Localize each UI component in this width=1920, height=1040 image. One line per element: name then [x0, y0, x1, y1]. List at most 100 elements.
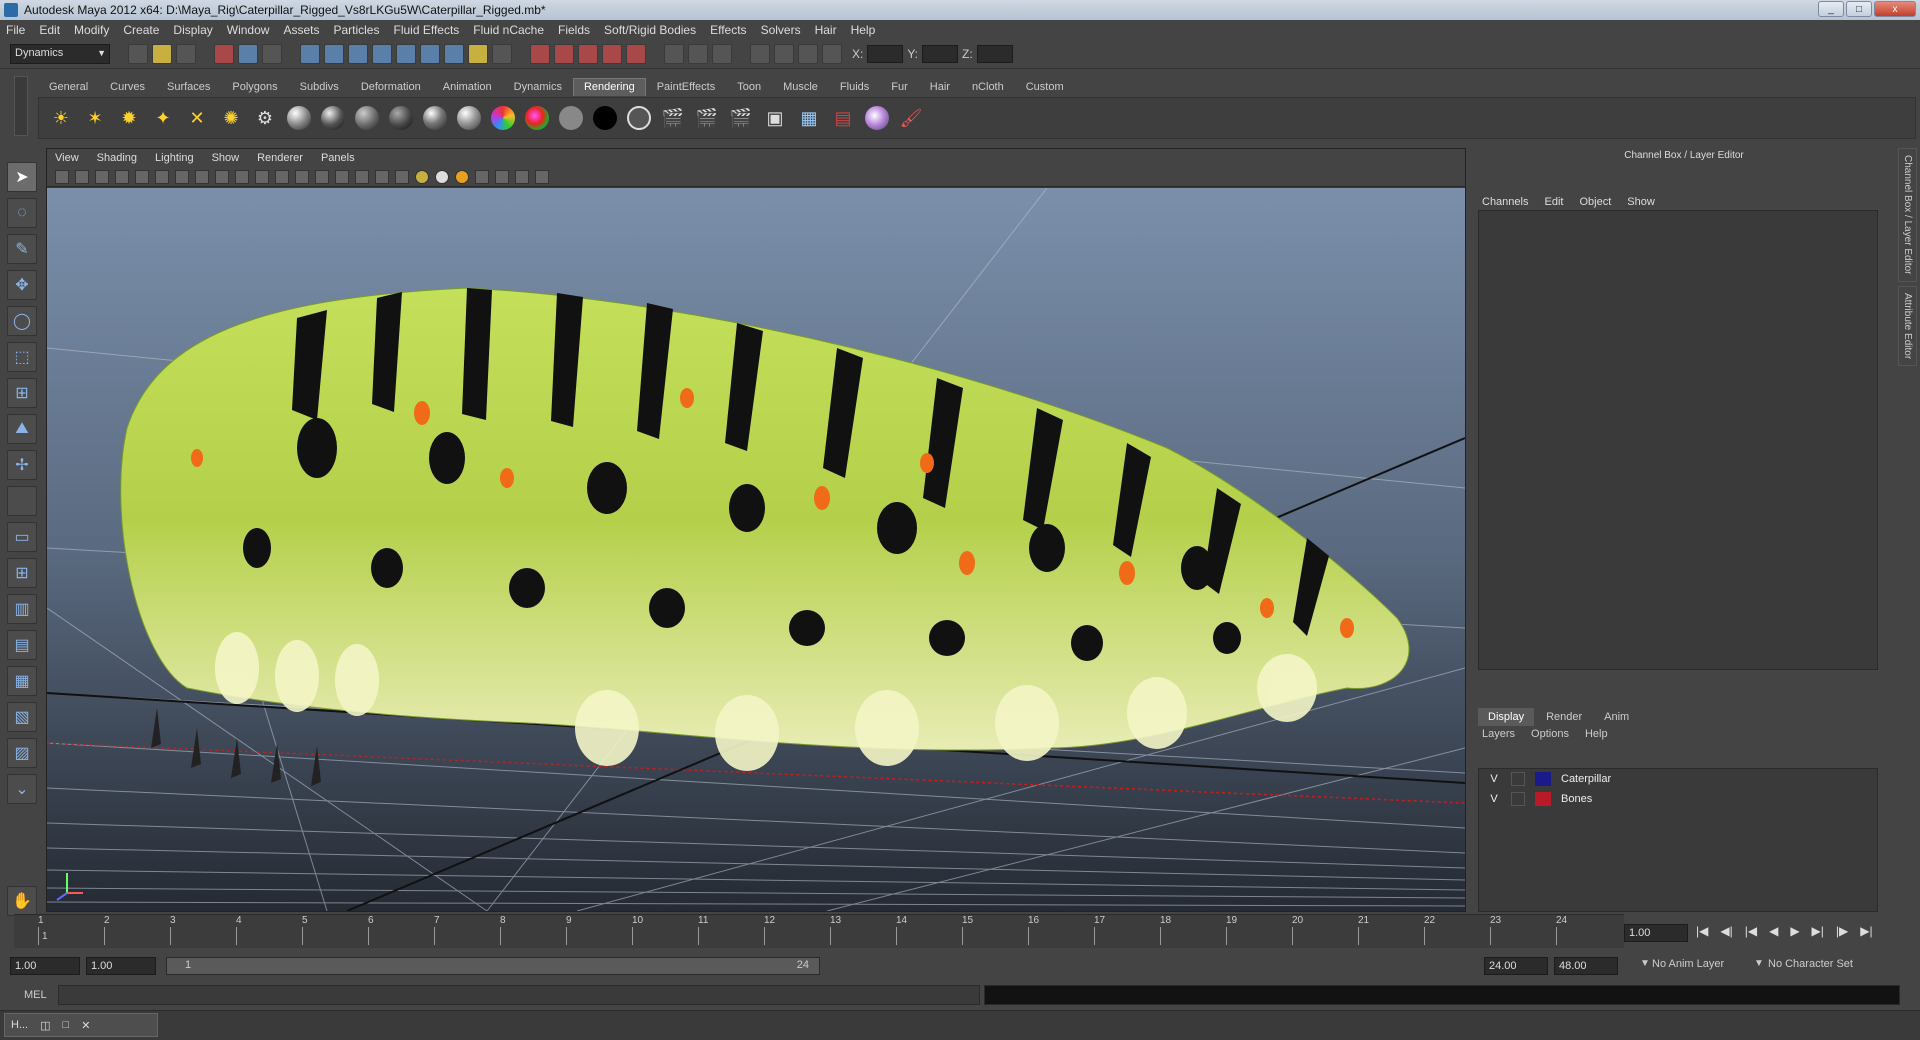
shelf-tab-toon[interactable]: Toon: [726, 78, 772, 96]
bookmarks-icon[interactable]: [95, 169, 109, 184]
y-field[interactable]: [922, 44, 959, 63]
render-view-icon[interactable]: [602, 43, 622, 64]
shelf-tab-surfaces[interactable]: Surfaces: [156, 78, 221, 96]
xray-joints-icon[interactable]: [515, 169, 529, 184]
playback-start-field[interactable]: 1.00: [86, 957, 156, 975]
current-frame-field[interactable]: 1.00: [1624, 924, 1688, 942]
shader-lambert-icon[interactable]: [353, 104, 381, 132]
shader-ramp-icon[interactable]: [455, 104, 483, 132]
menu-effects[interactable]: Effects: [710, 23, 746, 37]
step-forward-key-icon[interactable]: |▶: [1836, 924, 1848, 938]
shader-anisotropic-icon[interactable]: [285, 104, 313, 132]
perspective-viewport[interactable]: View Shading Lighting Show Renderer Pane…: [46, 148, 1466, 912]
layer-color-swatch[interactable]: [1535, 792, 1551, 806]
wireframe-on-shaded-icon[interactable]: [375, 169, 389, 184]
hypershade-shelf-icon[interactable]: ▦: [795, 104, 823, 132]
batch-render-icon[interactable]: [626, 43, 646, 64]
z-field[interactable]: [976, 44, 1013, 63]
character-set-selector[interactable]: No Character Set: [1768, 958, 1853, 970]
shader-outline-icon[interactable]: [625, 104, 653, 132]
viewport-menu-view[interactable]: View: [55, 152, 79, 164]
input-output-icon[interactable]: [468, 43, 488, 64]
shelf-tab-fluids[interactable]: Fluids: [829, 78, 880, 96]
universal-manipulator-icon[interactable]: ⊞: [7, 378, 37, 408]
side-tab-channel-box[interactable]: Channel Box / Layer Editor: [1898, 148, 1917, 282]
restore-icon[interactable]: ◫: [40, 1019, 50, 1032]
directional-light-icon[interactable]: ✶: [81, 104, 109, 132]
save-scene-icon[interactable]: [176, 43, 196, 64]
layer-type-toggle[interactable]: [1511, 772, 1525, 786]
safe-action-icon[interactable]: [275, 169, 289, 184]
shelf-menu-handle[interactable]: [14, 76, 28, 136]
gate-mask-icon[interactable]: [235, 169, 249, 184]
mel-label[interactable]: MEL: [24, 989, 47, 1001]
layout-four-view-icon[interactable]: ⊞: [7, 558, 37, 588]
shader-black-icon[interactable]: [591, 104, 619, 132]
shelf-tab-subdivs[interactable]: Subdivs: [289, 78, 350, 96]
relative-mode-icon[interactable]: [822, 43, 842, 64]
xray-icon[interactable]: [475, 169, 489, 184]
layer-menu-help[interactable]: Help: [1585, 728, 1608, 740]
layout-graph-persp-icon[interactable]: ▤: [7, 630, 37, 660]
shelf-tab-ncloth[interactable]: nCloth: [961, 78, 1015, 96]
chevron-down-icon[interactable]: ▼: [1754, 958, 1764, 969]
channel-box-menu-show[interactable]: Show: [1627, 196, 1655, 208]
default-material-icon[interactable]: [355, 169, 369, 184]
layer-row[interactable]: V Caterpillar: [1479, 769, 1877, 789]
soft-modification-icon[interactable]: ⛰: [7, 414, 37, 444]
layout-outliner-persp-icon[interactable]: ▥: [7, 594, 37, 624]
xray-active-components-icon[interactable]: [535, 169, 549, 184]
shadows-icon[interactable]: [435, 169, 449, 184]
snap-to-curve-icon[interactable]: [324, 43, 344, 64]
channel-box-menu-object[interactable]: Object: [1579, 196, 1611, 208]
menu-particles[interactable]: Particles: [333, 23, 379, 37]
snapshot-icon[interactable]: [774, 43, 794, 64]
shelf-tab-painteffects[interactable]: PaintEffects: [646, 78, 727, 96]
shelf-tab-muscle[interactable]: Muscle: [772, 78, 829, 96]
anim-layer-selector[interactable]: No Anim Layer: [1652, 958, 1724, 970]
menu-file[interactable]: File: [6, 23, 25, 37]
shelf-tab-curves[interactable]: Curves: [99, 78, 156, 96]
menu-window[interactable]: Window: [227, 23, 270, 37]
layer-visibility-toggle[interactable]: V: [1487, 793, 1501, 805]
open-scene-icon[interactable]: [152, 43, 172, 64]
spot-light-icon[interactable]: ✦: [149, 104, 177, 132]
new-scene-icon[interactable]: [128, 43, 148, 64]
render-settings-icon[interactable]: [554, 43, 574, 64]
shader-phonge-icon[interactable]: [421, 104, 449, 132]
shelf-tab-dynamics[interactable]: Dynamics: [503, 78, 573, 96]
animation-end-field[interactable]: 48.00: [1554, 957, 1618, 975]
minimize-button[interactable]: _: [1818, 1, 1844, 17]
construction-history-icon[interactable]: [444, 43, 464, 64]
image-plane-icon[interactable]: [115, 169, 129, 184]
close-icon[interactable]: ✕: [81, 1019, 90, 1032]
snap-to-point-icon[interactable]: [348, 43, 368, 64]
viewport-menu-renderer[interactable]: Renderer: [257, 152, 303, 164]
render-region-icon[interactable]: [750, 43, 770, 64]
shelf-tab-hair[interactable]: Hair: [919, 78, 961, 96]
isolate-select-icon[interactable]: [495, 169, 509, 184]
wireframe-icon[interactable]: [315, 169, 329, 184]
step-back-key-icon[interactable]: ◀|: [1720, 924, 1732, 938]
layer-menu-options[interactable]: Options: [1531, 728, 1569, 740]
textured-icon[interactable]: [395, 169, 409, 184]
step-forward-frame-icon[interactable]: ▶|: [1812, 924, 1824, 938]
paint-shader-icon[interactable]: [863, 104, 891, 132]
shader-layered-icon[interactable]: [489, 104, 517, 132]
select-tool-icon[interactable]: ➤: [7, 162, 37, 192]
layout-script-editor-icon[interactable]: ▨: [7, 738, 37, 768]
shelf-tab-fur[interactable]: Fur: [880, 78, 919, 96]
step-back-frame-icon[interactable]: |◀: [1745, 924, 1757, 938]
camera-attributes-icon[interactable]: [75, 169, 89, 184]
animation-start-field[interactable]: 1.00: [10, 957, 80, 975]
graph-icon[interactable]: [798, 43, 818, 64]
ipr-render-icon[interactable]: [530, 43, 550, 64]
play-forwards-icon[interactable]: ▶: [1790, 924, 1799, 938]
shader-phong-icon[interactable]: [387, 104, 415, 132]
more-layouts-icon[interactable]: ⌄: [7, 774, 37, 804]
hypershade-icon[interactable]: [578, 43, 598, 64]
current-time-marker[interactable]: 1: [42, 931, 48, 942]
menu-assets[interactable]: Assets: [283, 23, 319, 37]
field-chart-icon[interactable]: [255, 169, 269, 184]
snap-to-grid-icon[interactable]: [300, 43, 320, 64]
